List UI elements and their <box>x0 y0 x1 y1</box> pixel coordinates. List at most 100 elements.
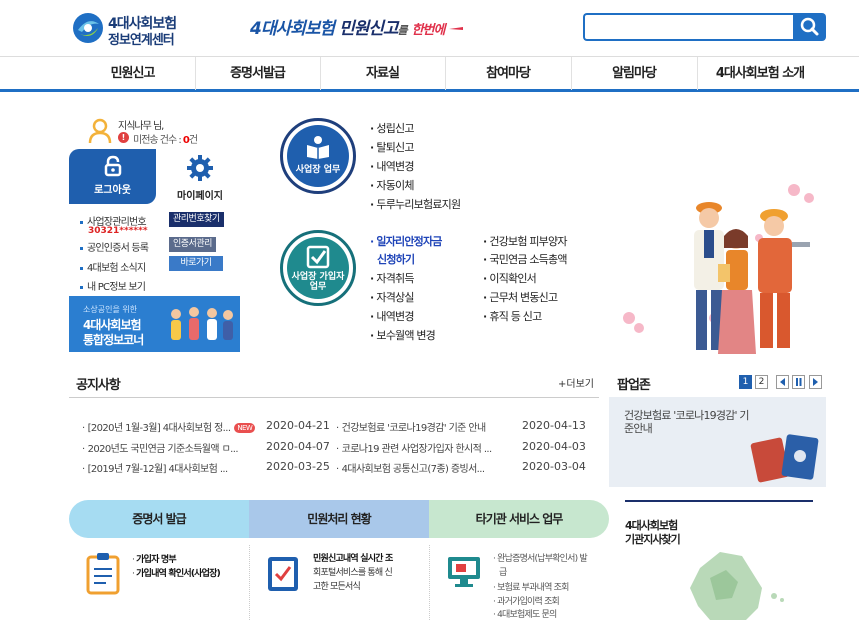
find-number-button[interactable]: 관리번호찾기 <box>169 212 224 227</box>
workplace-title: 사업장 업무 <box>295 165 341 175</box>
tab-status[interactable]: 민원처리 현황 <box>249 500 429 538</box>
popup-page-1[interactable]: 1 <box>739 375 752 389</box>
pause-icon[interactable] <box>792 375 805 389</box>
other-item[interactable]: · 완납증명서(납부확인서) 발 <box>493 552 588 566</box>
tab-cert[interactable]: 증명서 발급 <box>69 500 249 538</box>
popup-text-line1: 건강보험료 '코로나19경감' 기 <box>624 409 750 422</box>
korea-map-icon[interactable] <box>680 548 800 620</box>
other-item-label: 보험료 부과내역 조회 <box>497 583 569 593</box>
cert-item[interactable]: · 가입자 명부 <box>132 553 177 567</box>
logo-icon[interactable] <box>72 12 104 44</box>
logout-button[interactable]: 로그아웃 <box>69 149 156 204</box>
subscriber-circle-inner: 사업장 가입자 업무 <box>287 237 349 299</box>
popup-page-2[interactable]: 2 <box>755 375 768 389</box>
user-icon <box>88 118 112 144</box>
site-header: 4대사회보험 정보연계센터 4대사회보험 민원신고를 한번에 <box>0 0 859 56</box>
biz-number-value: 30321****** <box>88 226 148 236</box>
notice-title: 공지사항 <box>76 378 121 393</box>
subscriber-item[interactable]: 보수월액 변경 <box>370 327 435 343</box>
side-item-newsletter[interactable]: 4대보험 소식지 <box>80 259 146 274</box>
mypage-button[interactable]: 마이페이지 <box>160 150 240 202</box>
unsent-label: 미전송 건수 : <box>133 135 182 146</box>
go-button[interactable]: 바로가기 <box>169 256 223 271</box>
cert-manage-button[interactable]: 인증서관리 <box>169 237 216 252</box>
other-item-cont[interactable]: 급 <box>499 566 507 580</box>
notice-item[interactable]: 2020년도 국민연금 기준소득월액 ㅁ... <box>82 440 239 455</box>
notice-date: 2020-04-21 <box>266 419 330 432</box>
tab-other[interactable]: 타기관 서비스 업무 <box>429 500 609 538</box>
subscriber-item[interactable]: 이직확인서 <box>483 270 536 286</box>
nav-item-about[interactable]: 4대사회보험 소개 <box>697 57 823 90</box>
unsent-unit: 건 <box>188 135 198 146</box>
workplace-item[interactable]: 자동이체 <box>370 177 414 193</box>
cert-item-label: 가입자 명부 <box>136 555 177 565</box>
banner-line1: 소상공인을 위한 <box>83 305 138 314</box>
book-icon <box>307 136 329 159</box>
slogan-part4: 한번에 <box>411 23 446 38</box>
notice-date: 2020-04-03 <box>522 440 586 453</box>
notice-item[interactable]: [2020년 1월-3월] 4대사회보험 정...NEW <box>82 419 256 434</box>
status-text-line2: 회포털서비스를 통해 신 <box>313 568 393 578</box>
main-nav: 민원신고 증명서발급 자료실 참여마당 알림마당 4대사회보험 소개 <box>0 56 859 92</box>
workplace-item[interactable]: 내역변경 <box>370 158 414 174</box>
banner-line3: 통합정보코너 <box>83 333 144 347</box>
subscriber-item[interactable]: 국민연금 소득총액 <box>483 251 567 267</box>
search-input[interactable] <box>583 13 793 41</box>
workplace-item[interactable]: 탈퇴신고 <box>370 139 414 155</box>
subscriber-item[interactable]: 자격상실 <box>370 289 414 305</box>
slogan-part1: 4대사회보험 <box>250 19 335 39</box>
popup-text-line2: 준안내 <box>624 422 653 435</box>
subscriber-item[interactable]: 건강보험 피부양자 <box>483 233 567 249</box>
status-text-line3: 고한 모든서식 <box>313 582 361 592</box>
new-badge: NEW <box>234 423 256 433</box>
nav-item-minwon[interactable]: 민원신고 <box>70 57 195 90</box>
insurance-card-illustration <box>750 434 819 483</box>
search-button[interactable] <box>793 13 826 41</box>
subscriber-item[interactable]: 휴직 등 신고 <box>483 308 542 324</box>
user-name: 지식나무 님, <box>118 121 164 132</box>
notice-date: 2020-03-04 <box>522 460 586 473</box>
region-title-line2: 기관지사찾기 <box>625 533 681 546</box>
side-item-pc-info[interactable]: 내 PC정보 보기 <box>80 278 146 293</box>
subscriber-item[interactable]: 내역변경 <box>370 308 414 324</box>
nav-item-library[interactable]: 자료실 <box>320 57 445 90</box>
subscriber-item[interactable]: 자격취득 <box>370 270 414 286</box>
workplace-circle[interactable]: 사업장 업무 <box>280 118 356 194</box>
workplace-item[interactable]: 성립신고 <box>370 120 414 136</box>
other-item-label: 완납증명서(납부확인서) 발 <box>497 554 588 564</box>
next-arrow-icon[interactable] <box>809 375 822 389</box>
notice-more-link[interactable]: +더보기 <box>558 375 594 390</box>
other-item-label: 4대보험제도 문의 <box>497 610 557 620</box>
side-item-cert-register[interactable]: 공인인증서 등록 <box>80 239 149 254</box>
notice-item[interactable]: 4대사회보험 공통신고(7종) 증빙서... <box>336 460 485 475</box>
smallbiz-banner[interactable]: 소상공인을 위한 4대사회보험 통합정보코너 <box>69 296 240 352</box>
search-icon <box>800 17 819 36</box>
nav-item-cert[interactable]: 증명서발급 <box>195 57 320 90</box>
notice-item[interactable]: 건강보험료 '코로나19경감' 기준 안내 <box>336 419 487 434</box>
notice-item[interactable]: [2019년 7월-12월] 4대사회보험 ... <box>82 460 229 475</box>
notice-divider <box>69 397 599 398</box>
airplane-icon <box>449 27 464 30</box>
region-divider <box>625 500 813 502</box>
nav-item-participation[interactable]: 참여마당 <box>445 57 571 90</box>
subscriber-item-highlight[interactable]: 일자리안정자금 <box>370 233 442 249</box>
subscriber-item[interactable]: 근무처 변동신고 <box>483 289 558 305</box>
other-item[interactable]: · 과거가입이력 조회 <box>493 595 560 609</box>
subscriber-item-highlight-cont[interactable]: 신청하기 <box>377 251 415 267</box>
monitor-icon <box>448 557 480 587</box>
cert-item-label: 가입내역 확인서(사업장) <box>136 569 221 579</box>
nav-item-notice[interactable]: 알림마당 <box>571 57 697 90</box>
notice-date: 2020-03-25 <box>266 460 330 473</box>
cert-item[interactable]: · 가입내역 확인서(사업장) <box>132 567 221 581</box>
subscriber-circle[interactable]: 사업장 가입자 업무 <box>280 230 356 306</box>
notice-item[interactable]: 코로나19 관련 사업장가입자 한시적 ... <box>336 440 493 455</box>
region-finder-title[interactable]: 4대사회보험 기관지사찾기 <box>625 519 681 547</box>
unsent-count[interactable]: 미전송 건수 : 0건 <box>133 131 198 146</box>
other-item[interactable]: · 보험료 부과내역 조회 <box>493 581 569 595</box>
popup-zone-title: 팝업존 <box>617 378 651 393</box>
workers-illustration <box>623 184 814 354</box>
prev-arrow-icon[interactable] <box>776 375 789 389</box>
logo-title-line2[interactable]: 정보연계센터 <box>108 29 175 48</box>
slogan-part3: 를 <box>397 24 408 37</box>
workplace-item[interactable]: 두루누리보험료지원 <box>370 196 461 212</box>
